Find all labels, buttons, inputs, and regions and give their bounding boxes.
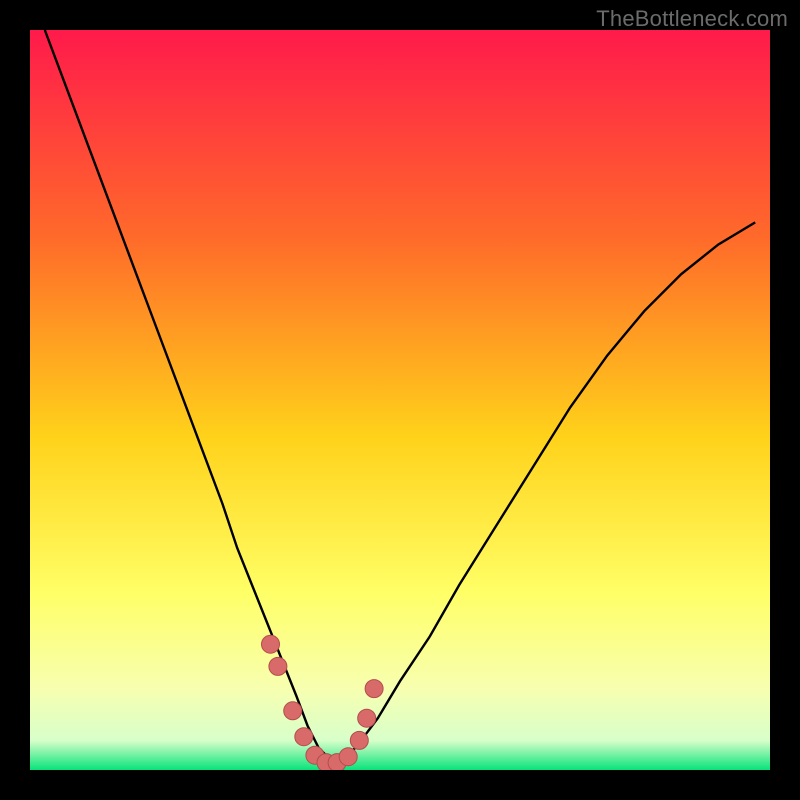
chart-frame: TheBottleneck.com (0, 0, 800, 800)
watermark-text: TheBottleneck.com (596, 6, 788, 32)
curve-layer (30, 30, 770, 770)
marker-point (269, 657, 287, 675)
marker-point (358, 709, 376, 727)
marker-point (295, 728, 313, 746)
marker-point (350, 731, 368, 749)
marker-point (262, 635, 280, 653)
marker-point (284, 702, 302, 720)
plot-area (30, 30, 770, 770)
bottleneck-curve (45, 30, 755, 759)
marker-point (339, 748, 357, 766)
marker-point (365, 680, 383, 698)
